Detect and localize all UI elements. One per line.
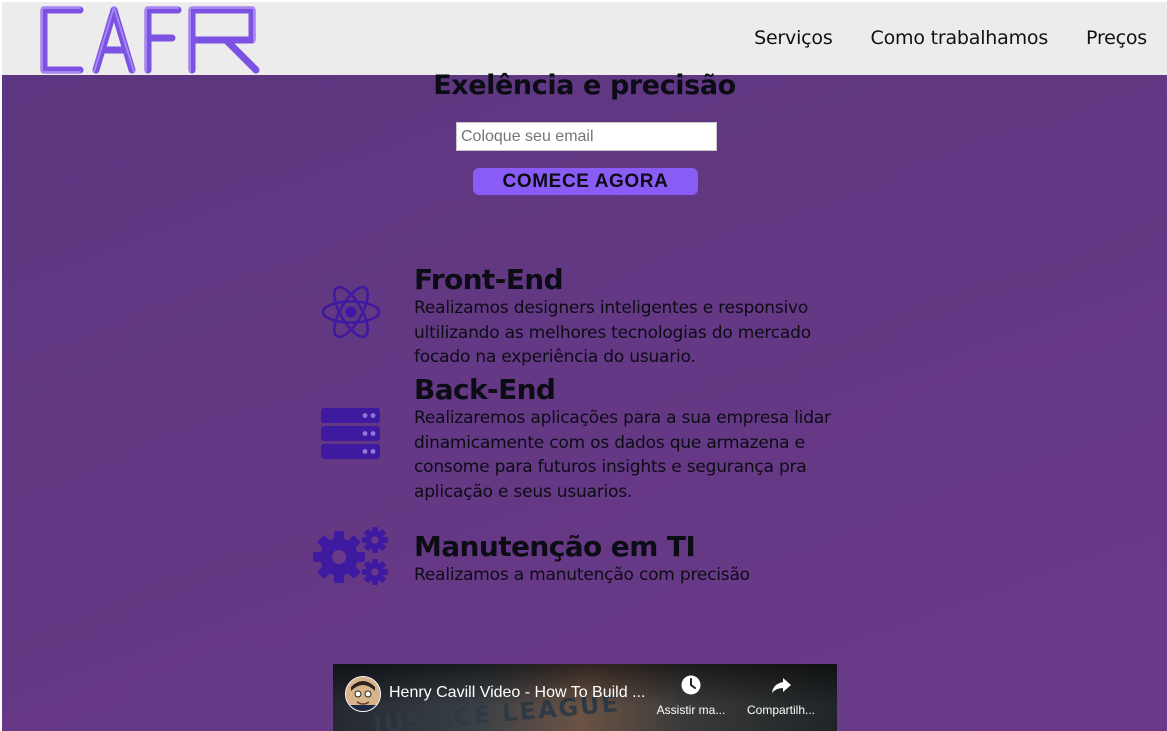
embedded-video[interactable]: JUSTICE LEAGUE Henry Cavill Video - How …	[333, 664, 837, 731]
header: Serviços Como trabalhamos Preços	[2, 2, 1167, 75]
service-description: Realizamos designers inteligentes e resp…	[414, 298, 811, 367]
main-nav: Serviços Como trabalhamos Preços	[754, 27, 1147, 49]
server-icon	[320, 407, 382, 466]
channel-avatar[interactable]	[345, 676, 381, 712]
service-maintenance: Manutenção em TI Realizamos a manutenção…	[414, 531, 854, 588]
share-icon	[772, 678, 791, 693]
gears-icon	[312, 524, 390, 591]
service-front-end: Front-End Realizamos designers inteligen…	[414, 264, 854, 370]
service-title: Manutenção em TI	[414, 530, 696, 563]
nav-link-servicos[interactable]: Serviços	[754, 27, 833, 49]
react-icon	[320, 284, 382, 345]
hero-title: Exelência e precisão	[433, 70, 736, 101]
service-title: Back-End	[414, 373, 556, 406]
nav-link-como-trabalhamos[interactable]: Como trabalhamos	[871, 27, 1049, 49]
service-description: Realizamos a manutenção com precisão	[414, 565, 750, 585]
email-input[interactable]	[456, 122, 717, 151]
service-title: Front-End	[414, 263, 564, 296]
start-now-button[interactable]: COMECE AGORA	[473, 168, 698, 195]
service-description: Realizaremos aplicações para a sua empre…	[414, 408, 831, 502]
service-back-end: Back-End Realizaremos aplicações para a …	[414, 374, 854, 504]
share-label: Compartilh...	[746, 703, 816, 717]
clock-icon	[681, 675, 701, 695]
watch-later-label: Assistir ma...	[656, 703, 726, 717]
page: Serviços Como trabalhamos Preços Exelênc…	[2, 2, 1167, 731]
share-button[interactable]: Compartilh...	[741, 674, 821, 717]
video-title[interactable]: Henry Cavill Video - How To Build ...	[389, 684, 659, 702]
watch-later-button[interactable]: Assistir ma...	[651, 674, 731, 717]
nav-link-precos[interactable]: Preços	[1086, 27, 1147, 49]
